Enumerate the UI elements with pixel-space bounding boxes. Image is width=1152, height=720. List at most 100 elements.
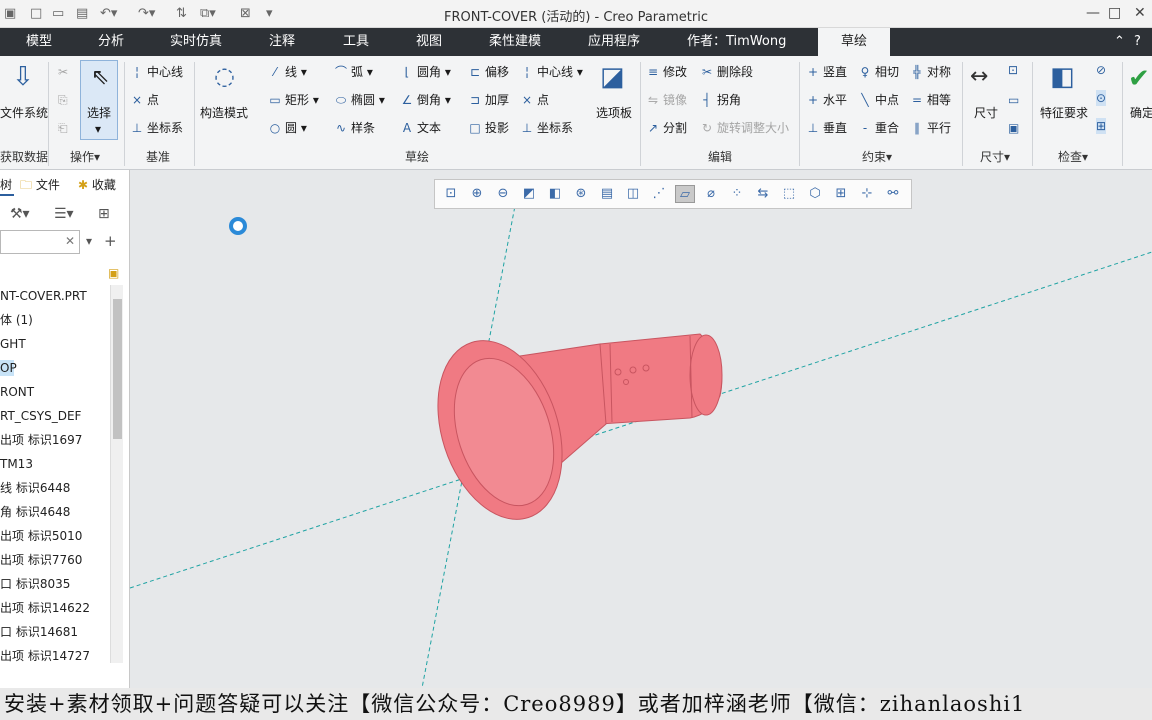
modify-button[interactable]: ≡ 修改	[646, 64, 687, 80]
palette-icon[interactable]: ◪	[600, 62, 625, 92]
group-inspect[interactable]: 检查▾	[1058, 148, 1088, 165]
feature-requirements-button[interactable]: 特征要求	[1040, 105, 1088, 121]
point-display-icon[interactable]: ⚯	[883, 185, 903, 203]
tree-item[interactable]: 体 (1)	[0, 312, 33, 328]
tree-item[interactable]: TM13	[0, 456, 33, 472]
close-icon[interactable]: ✕	[1134, 5, 1146, 21]
collapse-ribbon-icon[interactable]: ⌃	[1114, 28, 1125, 56]
tree-item-csys[interactable]: RT_CSYS_DEF	[0, 408, 81, 424]
tree-item[interactable]: 线 标识6448	[0, 480, 70, 496]
ellipse-button[interactable]: ⬭ 椭圆 ▾	[334, 92, 385, 108]
chamfer-button[interactable]: ∠ 倒角 ▾	[400, 92, 451, 108]
line-button[interactable]: ⁄ 线 ▾	[268, 64, 307, 80]
copy-icon[interactable]: ⎘	[58, 92, 68, 108]
tab-model[interactable]: 模型	[26, 28, 52, 56]
dimension-button[interactable]: 尺寸	[974, 105, 998, 121]
feature-requirements-icon[interactable]: ◧	[1050, 62, 1075, 92]
overlap-icon[interactable]: ⊘	[1096, 62, 1106, 78]
symmetric-constraint-button[interactable]: ╬ 对称	[910, 64, 951, 80]
help-icon[interactable]: ?	[1134, 28, 1141, 56]
palette-button[interactable]: 选项板	[596, 105, 632, 121]
tab-favorites[interactable]: ✱ 收藏	[78, 174, 116, 196]
mirror-button[interactable]: ⇋ 镜像	[646, 92, 687, 108]
tree-filter-icon[interactable]: ⊞	[98, 206, 110, 222]
text-button[interactable]: A 文本	[400, 120, 441, 136]
tangent-constraint-button[interactable]: ♀ 相切	[858, 64, 899, 80]
perimeter-icon[interactable]: ⊡	[1008, 62, 1018, 78]
group-constraint[interactable]: 约束▾	[862, 148, 892, 165]
cut-icon[interactable]: ✂	[58, 64, 68, 80]
shade-closed-loops-icon[interactable]: ⊞	[1096, 118, 1107, 134]
offset-button[interactable]: ⊏ 偏移	[468, 64, 509, 80]
tree-item[interactable]: 出项 标识14727	[0, 648, 90, 664]
tree-item[interactable]: 口 标识14681	[0, 624, 78, 640]
zoom-out-icon[interactable]: ⊖	[493, 185, 513, 203]
datum-csys-button[interactable]: ⊥ 坐标系	[130, 120, 183, 136]
tree-pin-icon[interactable]: ▣	[108, 266, 119, 280]
tab-view[interactable]: 视图	[416, 28, 442, 56]
sketch-centerline-button[interactable]: ¦ 中心线 ▾	[520, 64, 583, 80]
project-button[interactable]: □ 投影	[468, 120, 509, 136]
add-icon[interactable]: +	[104, 232, 117, 250]
group-operations[interactable]: 操作▾	[70, 148, 100, 165]
circle-button[interactable]: ○ 圆 ▾	[268, 120, 307, 136]
tab-folder-browser[interactable]: 🗀 文件	[20, 174, 60, 196]
tab-model-tree[interactable]: 树	[0, 174, 14, 196]
coincident-constraint-button[interactable]: - 重合	[858, 120, 899, 136]
midpoint-constraint-button[interactable]: ╲ 中点	[858, 92, 899, 108]
tab-annotate[interactable]: 注释	[269, 28, 295, 56]
spline-button[interactable]: ∿ 样条	[334, 120, 375, 136]
fillet-button[interactable]: ⌊ 圆角 ▾	[400, 64, 451, 80]
dimension-display-icon[interactable]: ⌀	[701, 185, 721, 203]
tab-live-simulation[interactable]: 实时仿真	[170, 28, 222, 56]
tree-item-front[interactable]: RONT	[0, 384, 34, 400]
horizontal-constraint-button[interactable]: + 水平	[806, 92, 847, 108]
tree-item-top[interactable]: OP	[0, 360, 17, 376]
graphics-area[interactable]	[131, 170, 1152, 688]
grid-display-icon[interactable]: ⬚	[779, 185, 799, 203]
saved-orientations-icon[interactable]: ⊛	[571, 185, 591, 203]
tab-applications[interactable]: 应用程序	[588, 28, 640, 56]
paste-icon[interactable]: ⎗	[58, 120, 68, 136]
corner-button[interactable]: ┤ 拐角	[700, 92, 741, 108]
display-style-icon[interactable]: ◧	[545, 185, 565, 203]
tab-author[interactable]: 作者：TimWong	[687, 28, 786, 56]
zoom-in-icon[interactable]: ⊕	[467, 185, 487, 203]
sketch-view-icon[interactable]: ▱	[675, 185, 695, 203]
rectangle-button[interactable]: ▭ 矩形 ▾	[268, 92, 319, 108]
tree-scrollbar[interactable]	[110, 285, 123, 663]
arc-button[interactable]: ⌒ 弧 ▾	[334, 64, 373, 80]
highlight-open-ends-icon[interactable]: ⊙	[1096, 90, 1107, 106]
tree-item[interactable]: 出项 标识1697	[0, 432, 82, 448]
sketch-point-button[interactable]: × 点	[520, 92, 549, 108]
tab-tools[interactable]: 工具	[343, 28, 369, 56]
repaint-icon[interactable]: ◩	[519, 185, 539, 203]
tree-settings-icon[interactable]: ⚒▾	[10, 206, 30, 222]
select-button[interactable]: ⇖ 选择 ▾	[80, 60, 118, 140]
annotation-display-icon[interactable]: ⊞	[831, 185, 851, 203]
tab-analysis[interactable]: 分析	[98, 28, 124, 56]
tree-item[interactable]: 出项 标识5010	[0, 528, 82, 544]
tree-item[interactable]: 口 标识8035	[0, 576, 70, 592]
shade-closed-icon[interactable]: ⬡	[805, 185, 825, 203]
tree-item[interactable]: 角 标识4648	[0, 504, 70, 520]
reference-icon[interactable]: ▣	[1008, 120, 1019, 136]
delete-segment-button[interactable]: ✂ 删除段	[700, 64, 753, 80]
vertex-display-icon[interactable]: ⁘	[727, 185, 747, 203]
datum-display-icon[interactable]: ⋰	[649, 185, 669, 203]
perpendicular-constraint-button[interactable]: ⊥ 垂直	[806, 120, 847, 136]
tree-item[interactable]: 出项 标识7760	[0, 552, 82, 568]
construction-mode-button[interactable]: 构造模式	[200, 105, 248, 121]
construction-mode-icon[interactable]: ◌	[214, 62, 235, 90]
datum-centerline-button[interactable]: ¦ 中心线	[130, 64, 183, 80]
tree-search-input[interactable]: ✕	[0, 230, 80, 254]
tab-flexible-modeling[interactable]: 柔性建模	[489, 28, 541, 56]
maximize-icon[interactable]: □	[1108, 5, 1121, 21]
view-manager-icon[interactable]: ▤	[597, 185, 617, 203]
divide-button[interactable]: ↗ 分割	[646, 120, 687, 136]
file-system-icon[interactable]: ⇩	[12, 62, 34, 92]
parallel-constraint-button[interactable]: ∥ 平行	[910, 120, 951, 136]
ok-button[interactable]: 确定	[1130, 105, 1152, 121]
dimension-icon[interactable]: ↔	[970, 64, 988, 89]
spin-center-icon[interactable]: ⊹	[857, 185, 877, 203]
